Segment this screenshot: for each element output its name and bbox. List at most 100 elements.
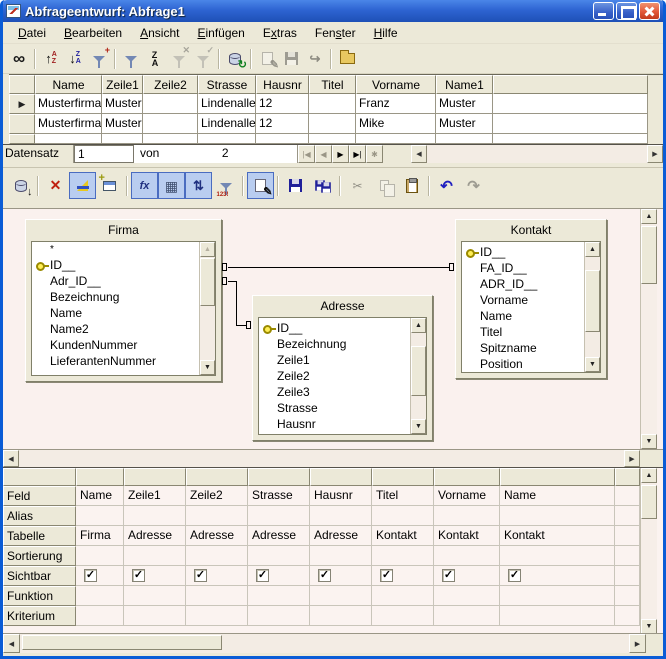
cell[interactable]: Lindenalle xyxy=(198,114,256,134)
qbe-cell[interactable] xyxy=(434,506,500,526)
results-view-button[interactable]: ↓ xyxy=(7,172,34,199)
cell[interactable]: Muster xyxy=(102,114,143,134)
field-list-scrollbar[interactable]: ▲ ▼ xyxy=(410,318,426,434)
minimize-button[interactable] xyxy=(593,2,614,20)
row-selector[interactable] xyxy=(9,114,35,134)
qbe-cell[interactable] xyxy=(124,606,186,626)
field-item[interactable]: Position xyxy=(462,356,584,372)
qbe-cell[interactable] xyxy=(372,546,434,566)
qbe-cell[interactable]: Adresse xyxy=(124,526,186,546)
field-item[interactable]: KundenNummer xyxy=(32,337,199,353)
field-item[interactable]: ID__ xyxy=(32,257,199,273)
qbe-column-header[interactable] xyxy=(372,468,434,486)
menu-fenster[interactable]: Fenster xyxy=(306,24,365,42)
qbe-cell[interactable]: Firma xyxy=(76,526,124,546)
qbe-cell[interactable]: Zeile2 xyxy=(186,486,248,506)
qbe-cell[interactable] xyxy=(310,506,372,526)
qbe-column-header[interactable] xyxy=(434,468,500,486)
qbe-cell[interactable] xyxy=(186,546,248,566)
delete-query-button[interactable]: ✕ xyxy=(42,172,69,199)
scroll-down-button[interactable]: ▼ xyxy=(641,434,657,449)
cell[interactable]: 12 xyxy=(256,94,309,114)
next-record-button[interactable]: ▶ xyxy=(332,145,349,163)
menu-hilfe[interactable]: Hilfe xyxy=(365,24,407,42)
field-item[interactable]: Spitzname xyxy=(462,340,584,356)
qbe-cell[interactable]: Adresse xyxy=(310,526,372,546)
qbe-cell[interactable]: Name xyxy=(500,486,615,506)
filter-apply-button[interactable]: ✓ xyxy=(191,47,215,71)
qbe-cell[interactable] xyxy=(310,606,372,626)
cell[interactable] xyxy=(309,94,356,114)
join-connector[interactable] xyxy=(222,263,227,271)
undo-button[interactable]: ↶ xyxy=(433,172,460,199)
previous-record-button[interactable]: ◀ xyxy=(315,145,332,163)
filter-add-button[interactable]: + xyxy=(87,47,111,71)
qbe-cell[interactable] xyxy=(434,546,500,566)
add-table-button[interactable]: + xyxy=(96,172,123,199)
scroll-track[interactable] xyxy=(19,450,624,467)
scroll-down-button[interactable]: ▼ xyxy=(411,419,426,434)
qbe-cell[interactable]: Strasse xyxy=(248,486,310,506)
scroll-thumb[interactable] xyxy=(641,485,657,519)
field-item[interactable]: Name xyxy=(462,308,584,324)
qbe-cell[interactable] xyxy=(186,606,248,626)
scroll-down-button[interactable]: ▼ xyxy=(641,619,657,634)
qbe-cell[interactable] xyxy=(372,506,434,526)
cell[interactable]: Muster xyxy=(436,114,493,134)
join-line-firma-kontakt[interactable] xyxy=(228,267,449,268)
field-item[interactable]: LieferantenNummer xyxy=(32,353,199,369)
scroll-thumb[interactable] xyxy=(585,270,600,332)
cell[interactable] xyxy=(309,114,356,134)
column-header-titel[interactable]: Titel xyxy=(309,75,356,94)
scroll-up-button[interactable]: ▲ xyxy=(585,242,600,257)
menu-extras[interactable]: Extras xyxy=(254,24,306,42)
qbe-cell[interactable]: Titel xyxy=(372,486,434,506)
table-title[interactable]: Adresse xyxy=(253,296,432,316)
field-item[interactable]: Bezeichnung xyxy=(32,289,199,305)
scroll-thumb[interactable] xyxy=(200,258,215,306)
field-item[interactable]: Bezeichnung xyxy=(259,336,410,352)
design-horizontal-scrollbar[interactable]: ◀ ▶ xyxy=(3,449,663,467)
table-title[interactable]: Kontakt xyxy=(456,220,606,240)
scroll-up-button[interactable]: ▲ xyxy=(641,468,657,483)
scroll-right-button[interactable]: ▶ xyxy=(647,145,663,163)
qbe-column-header[interactable] xyxy=(310,468,372,486)
field-item[interactable]: ADR_ID__ xyxy=(462,276,584,292)
join-connector[interactable] xyxy=(222,277,227,285)
field-list-scrollbar[interactable]: ▲ ▼ xyxy=(584,242,600,372)
cell[interactable]: Muster xyxy=(436,94,493,114)
cell[interactable]: 12 xyxy=(256,114,309,134)
qbe-cell[interactable] xyxy=(372,606,434,626)
column-header-name1[interactable]: Name1 xyxy=(436,75,493,94)
cell[interactable]: Mike xyxy=(356,114,436,134)
filter-remove-button[interactable]: ✕ xyxy=(167,47,191,71)
sort-descending-button[interactable]: ↓Z A xyxy=(63,47,87,71)
sichtbar-checkbox[interactable]: ✓ xyxy=(508,569,521,582)
filter-button[interactable] xyxy=(119,47,143,71)
last-record-button[interactable]: ▶| xyxy=(349,145,366,163)
field-item[interactable]: Zeile1 xyxy=(259,352,410,368)
field-item[interactable]: Hausnr xyxy=(259,416,410,432)
qbe-cell[interactable] xyxy=(434,586,500,606)
qbe-cell[interactable]: Adresse xyxy=(186,526,248,546)
scroll-thumb[interactable] xyxy=(411,346,426,396)
join-line-firma-adresse[interactable] xyxy=(236,325,246,326)
cell[interactable] xyxy=(143,94,198,114)
field-item[interactable]: FA_ID__ xyxy=(462,260,584,276)
save-all-button[interactable] xyxy=(309,172,336,199)
datasheet-horizontal-scrollbar[interactable]: ◀ ▶ xyxy=(411,145,663,163)
qbe-cell[interactable] xyxy=(248,606,310,626)
qbe-cell[interactable] xyxy=(186,586,248,606)
qbe-cell[interactable] xyxy=(124,546,186,566)
sichtbar-checkbox[interactable]: ✓ xyxy=(318,569,331,582)
qbe-cell[interactable] xyxy=(76,586,124,606)
qbe-cell[interactable] xyxy=(434,606,500,626)
first-record-button[interactable]: |◀ xyxy=(298,145,315,163)
join-connector[interactable] xyxy=(246,321,251,329)
scroll-left-button[interactable]: ◀ xyxy=(411,145,427,163)
field-item[interactable]: Titel xyxy=(462,324,584,340)
qbe-cell[interactable] xyxy=(186,506,248,526)
qbe-cell[interactable]: Name xyxy=(76,486,124,506)
qbe-cell[interactable]: Kontakt xyxy=(500,526,615,546)
scroll-down-button[interactable]: ▼ xyxy=(585,357,600,372)
